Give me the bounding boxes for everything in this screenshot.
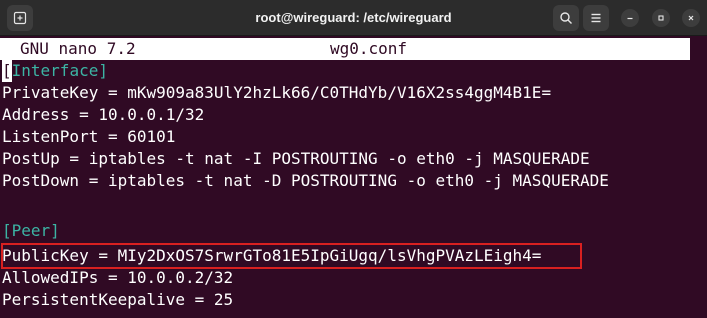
interface-section-line: [Interface] bbox=[2, 60, 108, 82]
minimize-button[interactable] bbox=[621, 9, 639, 27]
nano-header-bar: GNU nano 7.2 wg0.conf bbox=[0, 38, 690, 60]
title-bar: root@wireguard: /etc/wireguard bbox=[0, 0, 707, 36]
close-button[interactable] bbox=[682, 9, 700, 27]
public-key-highlight-box bbox=[1, 243, 582, 269]
post-down-line: PostDown = iptables -t nat -D POSTROUTIN… bbox=[2, 171, 609, 190]
new-tab-icon bbox=[13, 11, 27, 25]
terminal-window: root@wireguard: /etc/wireguard GNU nano … bbox=[0, 0, 707, 318]
text-cursor: [ bbox=[2, 60, 12, 82]
address-line: Address = 10.0.0.1/32 bbox=[2, 105, 205, 124]
allowed-ips-line: AllowedIPs = 10.0.0.2/32 bbox=[2, 268, 234, 287]
private-key-line: PrivateKey = mKw909a83UlY2hzLk66/C0THdYb… bbox=[2, 83, 552, 102]
peer-section-line: [Peer] bbox=[2, 221, 60, 240]
listen-port-line: ListenPort = 60101 bbox=[2, 127, 176, 146]
search-icon bbox=[560, 12, 572, 24]
minimize-icon bbox=[627, 17, 633, 20]
maximize-icon bbox=[658, 15, 664, 21]
interface-section-label: Interface] bbox=[11, 61, 108, 80]
menu-button[interactable] bbox=[583, 5, 609, 31]
post-up-line: PostUp = iptables -t nat -I POSTROUTING … bbox=[2, 149, 590, 168]
nano-version: GNU nano 7.2 bbox=[20, 39, 136, 58]
hamburger-menu-icon bbox=[591, 13, 601, 23]
terminal-content[interactable]: GNU nano 7.2 wg0.conf [Interface] Privat… bbox=[0, 36, 707, 318]
search-button[interactable] bbox=[553, 5, 579, 31]
persistent-keepalive-line: PersistentKeepalive = 25 bbox=[2, 290, 234, 309]
new-tab-button[interactable] bbox=[7, 5, 33, 31]
maximize-button[interactable] bbox=[652, 9, 670, 27]
nano-filename: wg0.conf bbox=[330, 39, 408, 58]
close-icon bbox=[688, 15, 694, 21]
